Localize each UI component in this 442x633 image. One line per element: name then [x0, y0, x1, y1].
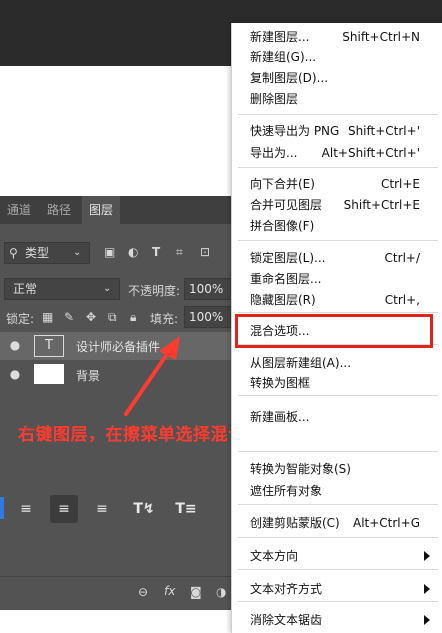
- menu-item-shortcut: Ctrl+E: [381, 177, 420, 191]
- menu-item[interactable]: 快速导出为 PNG Shift+Ctrl+': [250, 121, 438, 141]
- menu-item[interactable]: 新建画板...: [250, 407, 438, 427]
- menu-item[interactable]: 从图层新建组(A)...: [250, 353, 438, 373]
- menu-item-label: 文本方向: [250, 549, 299, 563]
- menu-item-label: 拼合图像(F): [250, 219, 315, 233]
- menu-item-label: 转换为图框: [250, 376, 311, 390]
- menu-item[interactable]: 删除图层: [250, 89, 438, 109]
- menu-item-label: 创建剪贴蒙版(C): [250, 516, 340, 530]
- menu-item-shortcut: Alt+Ctrl+G: [352, 516, 420, 530]
- menu-item[interactable]: 转换为图框: [250, 373, 438, 393]
- menu-item-label: 复制图层(D)...: [250, 71, 329, 85]
- menu-item[interactable]: 文本方向: [250, 546, 438, 566]
- menu-item-shortcut: Shift+Ctrl+': [347, 124, 420, 138]
- menu-item-label: 快速导出为 PNG: [250, 124, 340, 138]
- menu-item[interactable]: 重命名图层...: [250, 269, 438, 289]
- menu-item[interactable]: 转换为智能对象(S): [250, 459, 438, 479]
- menu-item-label: 消除文本锯齿: [250, 613, 323, 627]
- menu-item-label: 合并可见图层: [250, 198, 323, 212]
- menu-item-shortcut: Shift+Ctrl+E: [343, 198, 420, 212]
- submenu-arrow-icon: [424, 584, 430, 594]
- menu-item[interactable]: 合并可见图层 Shift+Ctrl+E: [250, 195, 438, 215]
- menu-item-label: 锁定图层(L)...: [250, 251, 326, 265]
- menu-separator: [238, 504, 438, 505]
- menu-separator: [238, 569, 438, 570]
- menu-item[interactable]: 创建剪贴蒙版(C) Alt+Ctrl+G: [250, 513, 438, 533]
- menu-item[interactable]: 隐藏图层(R) Ctrl+,: [250, 290, 438, 310]
- menu-item-label: 新建画板...: [250, 410, 310, 424]
- menu-item-shortcut: Ctrl+,: [384, 293, 420, 307]
- menu-separator: [238, 240, 438, 241]
- menu-separator: [238, 451, 438, 452]
- menu-item-label: 新建组(G)...: [250, 50, 317, 64]
- menu-item-label: 导出为...: [250, 146, 298, 160]
- menu-item[interactable]: 遮住所有对象: [250, 481, 438, 501]
- menu-item[interactable]: 导出为... Alt+Shift+Ctrl+': [250, 143, 438, 163]
- menu-item[interactable]: 新建图层... Shift+Ctrl+N: [250, 27, 438, 47]
- menu-item-label: 隐藏图层(R): [250, 293, 316, 307]
- menu-item[interactable]: 新建组(G)...: [250, 47, 438, 67]
- menu-separator: [238, 395, 438, 396]
- menu-separator: [238, 114, 438, 115]
- menu-separator: [238, 312, 438, 313]
- menu-separator: [238, 167, 438, 168]
- menu-item-label: 转换为智能对象(S): [250, 462, 351, 476]
- menu-separator: [238, 537, 438, 538]
- menu-item-label: 遮住所有对象: [250, 484, 323, 498]
- menu-item[interactable]: 向下合并(E) Ctrl+E: [250, 174, 438, 194]
- menu-item-label: 删除图层: [250, 92, 299, 106]
- menu-item-label: 重命名图层...: [250, 272, 322, 286]
- submenu-arrow-icon: [424, 615, 430, 625]
- menu-item[interactable]: 文本对齐方式: [250, 579, 438, 599]
- menu-item-shortcut: Shift+Ctrl+N: [342, 30, 420, 44]
- menu-item-label: 文本对齐方式: [250, 582, 323, 596]
- menu-item[interactable]: 消除文本锯齿: [250, 610, 438, 630]
- menu-item-shortcut: Ctrl+/: [384, 251, 420, 265]
- submenu-arrow-icon: [424, 551, 430, 561]
- menu-item[interactable]: 锁定图层(L)... Ctrl+/: [250, 248, 438, 268]
- menu-item-label: 向下合并(E): [250, 177, 315, 191]
- highlight-box: [235, 314, 433, 348]
- menu-item[interactable]: 复制图层(D)...: [250, 68, 438, 88]
- menu-separator: [238, 601, 438, 602]
- menu-item-label: 从图层新建组(A)...: [250, 356, 352, 370]
- menu-item[interactable]: 拼合图像(F): [250, 216, 438, 236]
- menu-item-shortcut: Alt+Shift+Ctrl+': [321, 146, 420, 160]
- menu-item-label: 新建图层...: [250, 30, 310, 44]
